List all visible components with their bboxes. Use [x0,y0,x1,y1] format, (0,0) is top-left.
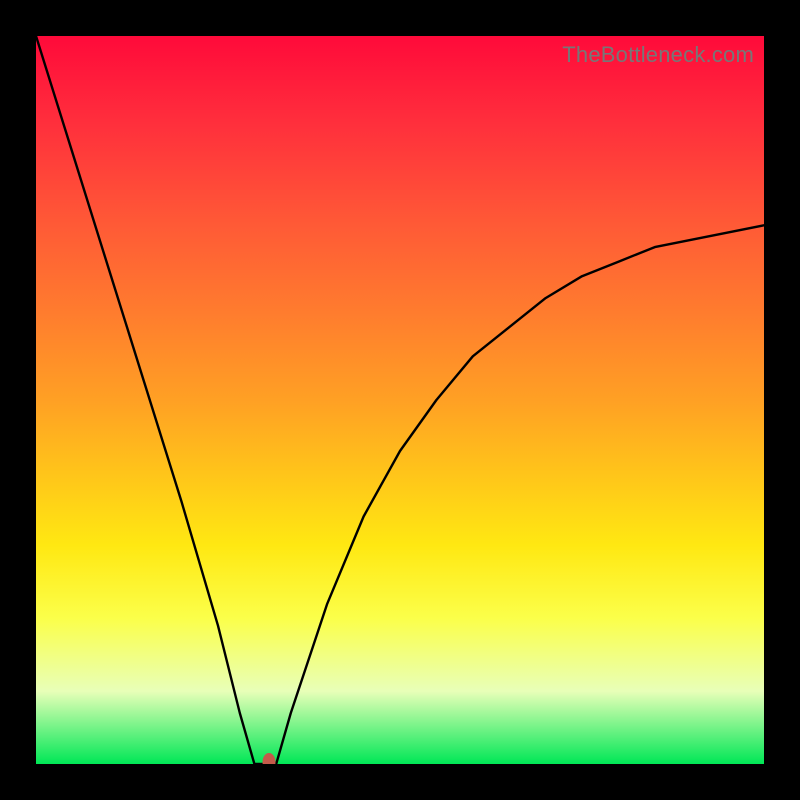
plot-area: TheBottleneck.com [36,36,764,764]
bottleneck-curve [36,36,764,764]
curve-path [36,36,764,764]
optimum-marker [262,753,275,764]
watermark-text: TheBottleneck.com [562,42,754,68]
chart-frame: TheBottleneck.com [0,0,800,800]
